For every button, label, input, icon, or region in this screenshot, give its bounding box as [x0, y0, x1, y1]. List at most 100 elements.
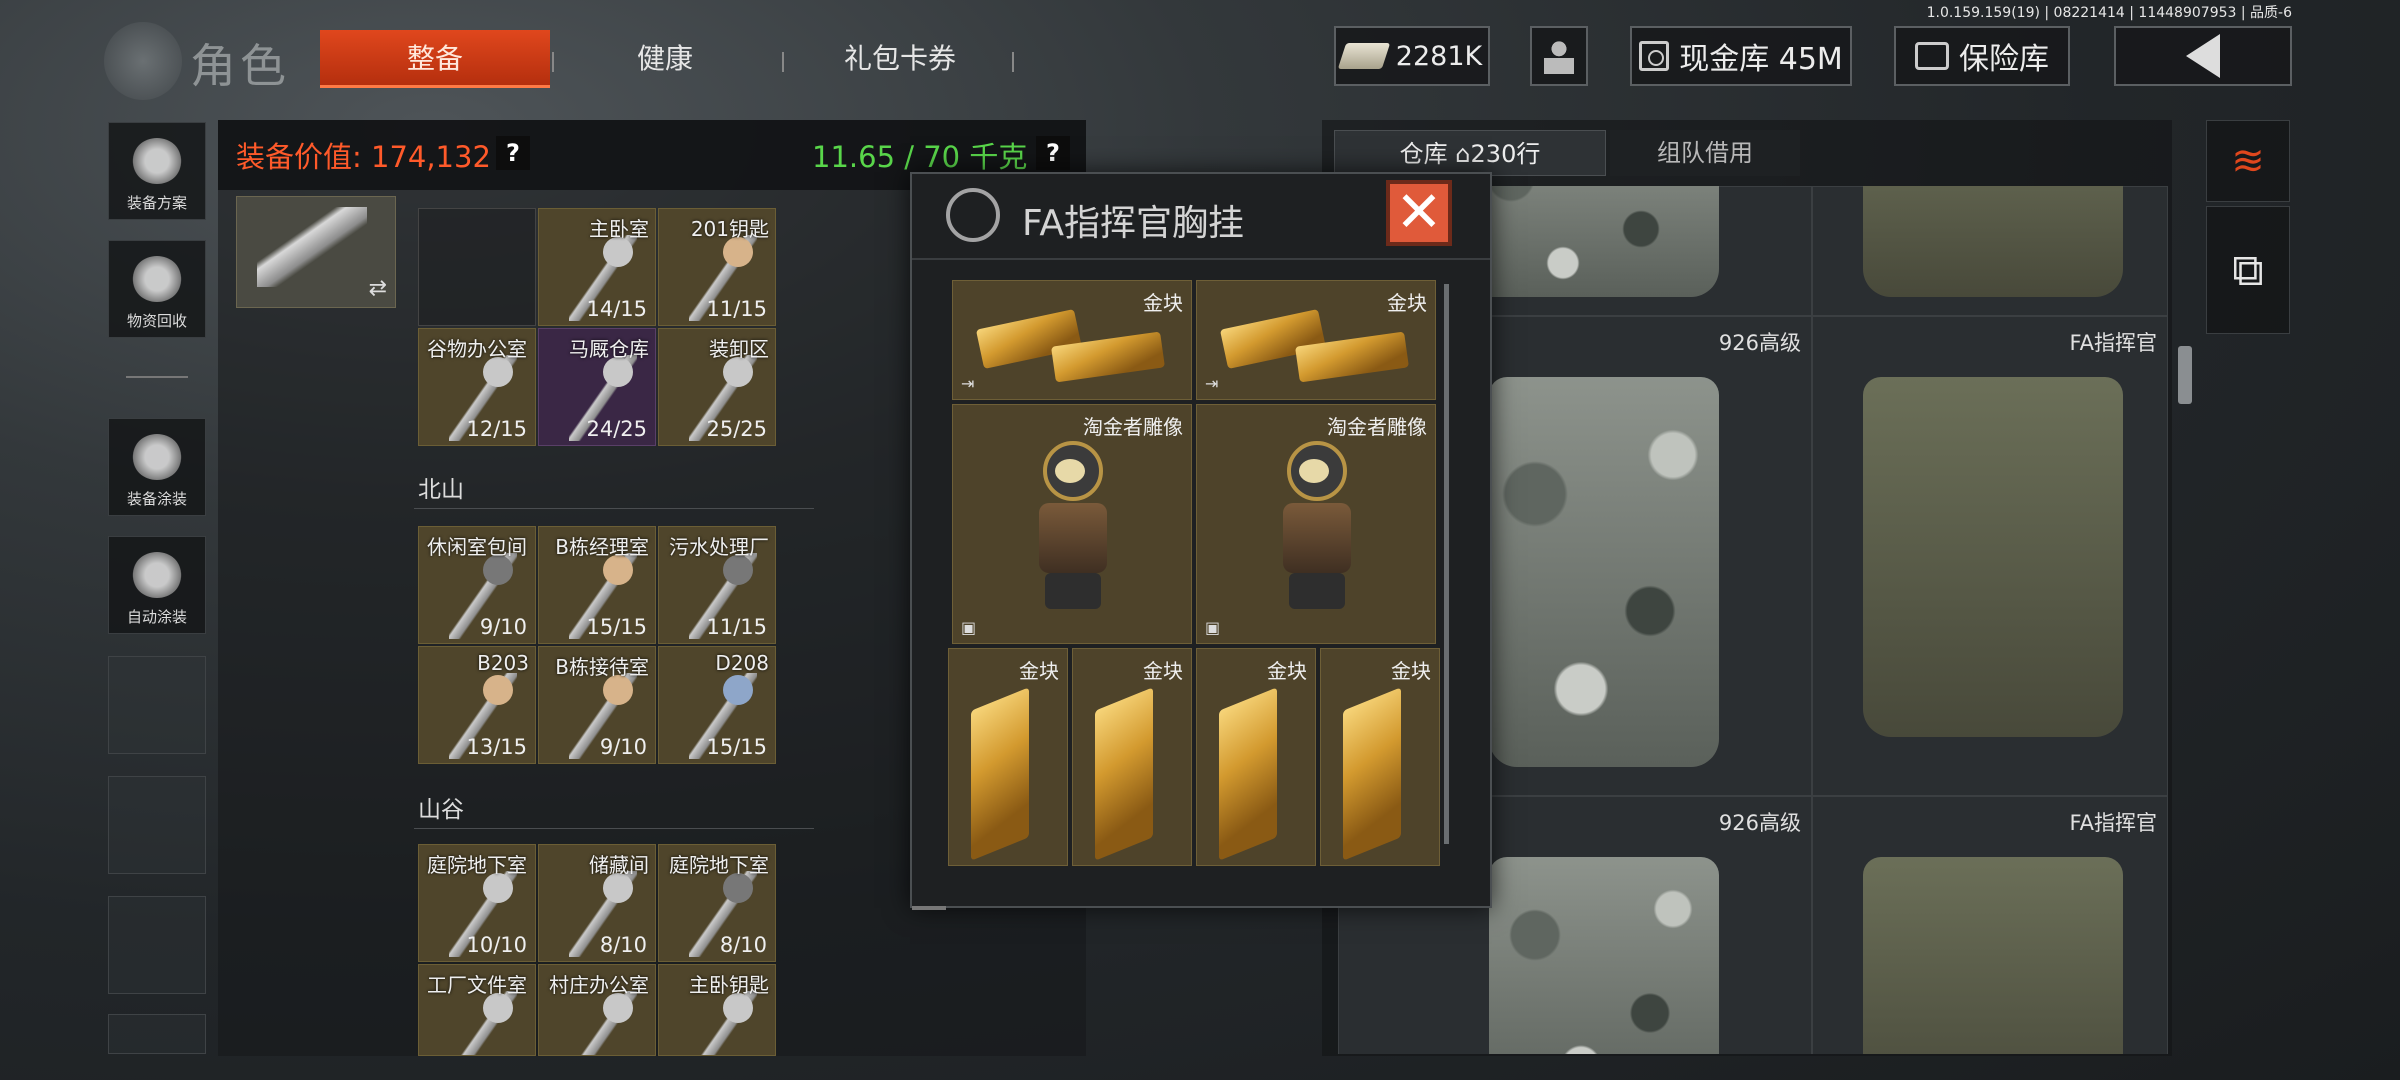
globe-icon [104, 22, 182, 100]
sidebar-item-label: 物资回收 [126, 312, 187, 330]
sidebar-empty-slot [108, 776, 206, 874]
gold-digger-statue-icon [1025, 441, 1121, 611]
sidebar-empty-slot [108, 656, 206, 754]
helmet-grid-icon [132, 138, 182, 184]
key-slot[interactable]: 休闲室包间 9/10 [418, 526, 536, 644]
section-divider [414, 828, 814, 829]
keyring-container[interactable]: ⇄ [236, 196, 396, 308]
camo-vest-icon [1489, 377, 1719, 767]
key-slot[interactable]: 主卧室 14/15 [538, 208, 656, 326]
item-slot[interactable]: 金块 [1072, 648, 1192, 866]
weight-help-button[interactable]: ? [1036, 136, 1070, 170]
cash-vault-button[interactable]: 现金库 45M [1630, 26, 1852, 86]
exit-icon: ⇥ [1205, 374, 1219, 393]
currency-amount: 2281K [1395, 40, 1483, 72]
olive-vest-icon [1863, 377, 2123, 737]
sidebar-item-skin[interactable]: 装备涂装 [108, 418, 206, 516]
section-title: 北山 [418, 477, 464, 503]
sidebar-empty-slot [108, 1014, 206, 1054]
warehouse-cell[interactable]: FA指挥官 [1812, 796, 2168, 1054]
value-help-button[interactable]: ? [496, 136, 530, 170]
item-slot[interactable]: 金块 [948, 648, 1068, 866]
deposit-button[interactable]: ⧉ [2206, 206, 2290, 334]
tab-warehouse[interactable]: 仓库 ⌂230行 [1334, 130, 1606, 176]
gold-digger-statue-icon [1269, 441, 1365, 611]
key-slot[interactable]: 庭院地下室 10/10 [418, 844, 536, 962]
warehouse-cell[interactable]: FA指挥官 [1812, 316, 2168, 796]
key-slot[interactable]: 储藏间 8/10 [538, 844, 656, 962]
section-divider [414, 508, 814, 509]
sidebar-item-label: 装备方案 [126, 194, 187, 212]
sidebar-item-loadout[interactable]: 装备方案 [108, 122, 206, 220]
layers-download-icon: ⧉ [2232, 244, 2264, 296]
item-slot[interactable]: 金块 [1320, 648, 1440, 866]
key-slot[interactable]: 庭院地下室 8/10 [658, 844, 776, 962]
sort-button[interactable]: ≋ [2206, 120, 2290, 202]
item-slot[interactable]: 金块 ⇥ [1196, 280, 1436, 400]
keyring-icon [257, 207, 367, 287]
key-slot[interactable]: 201钥匙 11/15 [658, 208, 776, 326]
gold-bar-icon [1343, 687, 1401, 861]
section-title: 山谷 [418, 797, 464, 823]
item-slot[interactable]: 金块 [1196, 648, 1316, 866]
key-slot[interactable]: B203 13/15 [418, 646, 536, 764]
home-icon: ⌂ [1455, 140, 1471, 168]
box-icon: ▣ [1205, 618, 1221, 637]
safe-label: 保险库 [1959, 42, 2049, 77]
key-slot[interactable] [418, 208, 536, 326]
tab-health[interactable]: 健康 [580, 30, 750, 88]
safe-icon [1915, 42, 1949, 70]
warehouse-cell[interactable] [1812, 186, 2168, 316]
equipment-weight: 11.65 / 70 千克 [812, 140, 1028, 174]
popup-title: FA指挥官胸挂 [1022, 203, 1245, 244]
exit-icon: ⇥ [961, 374, 975, 393]
tab-equip[interactable]: 整备 [320, 30, 550, 88]
brush-gear-icon [132, 552, 182, 598]
safe-button[interactable]: 保险库 [1894, 26, 2070, 86]
key-slot[interactable]: D208 15/15 [658, 646, 776, 764]
key-icon [569, 991, 637, 1055]
money-icon [1337, 43, 1391, 69]
swap-icon[interactable]: ⇄ [369, 276, 387, 301]
sidebar-item-recycle[interactable]: 物资回收 [108, 240, 206, 338]
key-slot[interactable]: 装卸区 25/25 [658, 328, 776, 446]
popup-scrollbar[interactable] [1444, 284, 1449, 844]
equipment-value: 装备价值: 174,132 [236, 140, 491, 174]
key-slot[interactable]: 马厩仓库 24/25 [538, 328, 656, 446]
sidebar-item-label: 装备涂装 [126, 490, 187, 508]
trader-icon [1544, 38, 1574, 74]
back-button[interactable] [2114, 26, 2292, 86]
sidebar-item-label: 自动涂装 [126, 608, 187, 626]
sidebar-empty-slot [108, 896, 206, 994]
key-icon [449, 991, 517, 1055]
build-info: 1.0.159.159(19) | 08221414 | 11448907953… [1926, 5, 2292, 21]
tab-gift-cards[interactable]: 礼包卡券 [810, 30, 990, 88]
vault-icon [1639, 41, 1670, 71]
helmet-paint-icon [132, 434, 182, 480]
close-button[interactable]: ✕ [1386, 180, 1452, 246]
gold-bar-icon [1219, 687, 1277, 861]
sidebar-item-auto-skin[interactable]: 自动涂装 [108, 536, 206, 634]
key-slot[interactable]: 谷物办公室 12/15 [418, 328, 536, 446]
key-slot[interactable]: 主卧钥匙 [658, 964, 776, 1056]
key-slot[interactable]: 村庄办公室 [538, 964, 656, 1056]
key-slot[interactable]: 工厂文件室 [418, 964, 536, 1056]
key-slot[interactable]: B栋接待室 9/10 [538, 646, 656, 764]
camo-vest-icon [1489, 857, 1719, 1054]
item-slot[interactable]: 淘金者雕像 ▣ [952, 404, 1192, 644]
trader-button[interactable] [1530, 26, 1588, 86]
olive-vest-icon [1863, 857, 2123, 1054]
recycle-face-icon [132, 256, 182, 302]
item-slot[interactable]: 金块 ⇥ [952, 280, 1192, 400]
item-slot[interactable]: 淘金者雕像 ▣ [1196, 404, 1436, 644]
key-slot[interactable]: 污水处理厂 11/15 [658, 526, 776, 644]
currency-display[interactable]: 2281K [1334, 26, 1490, 86]
tab-team-borrow[interactable]: 组队借用 [1610, 130, 1800, 176]
warehouse-scrollbar[interactable] [2178, 346, 2192, 404]
key-icon [689, 991, 757, 1055]
sidebar-divider [126, 376, 188, 378]
popup-divider [912, 258, 1490, 260]
layers-refresh-icon: ≋ [2231, 138, 2265, 184]
key-slot[interactable]: B栋经理室 15/15 [538, 526, 656, 644]
popup-resize-handle [912, 906, 946, 910]
